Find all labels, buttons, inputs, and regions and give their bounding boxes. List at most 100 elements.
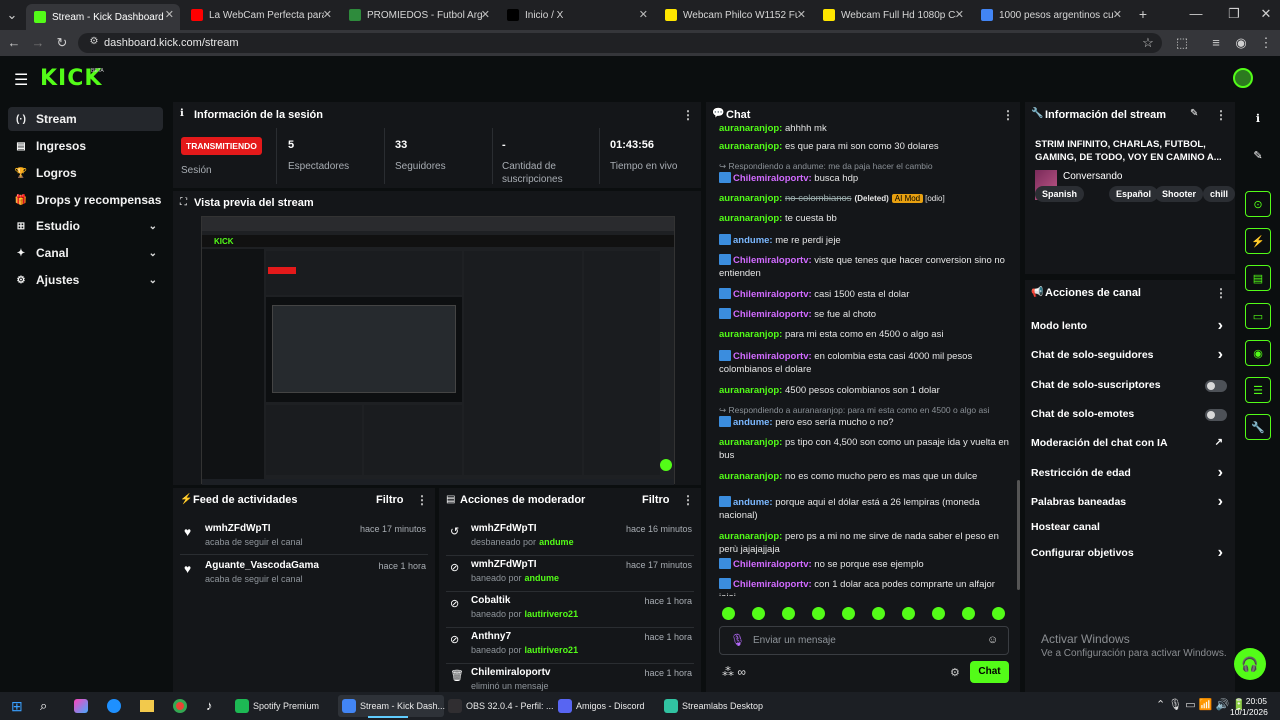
- chat-username[interactable]: auranaranjop:: [719, 385, 782, 396]
- sidebar-item-ajustes[interactable]: ⚙ Ajustes ⌄: [8, 268, 163, 292]
- extensions-icon[interactable]: ⬚: [1174, 35, 1190, 51]
- mod-menu-icon[interactable]: ⋮: [682, 493, 694, 507]
- stream-info-menu-icon[interactable]: ⋮: [1215, 108, 1227, 122]
- taskbar-app[interactable]: Stream - Kick Dash...: [338, 695, 445, 717]
- tab-close-icon[interactable]: ✕: [165, 8, 174, 21]
- tab-close-icon[interactable]: ✕: [955, 8, 964, 21]
- browser-menu-icon[interactable]: ⋮: [1258, 35, 1274, 51]
- emote-icon[interactable]: [962, 607, 975, 620]
- chat-menu-icon[interactable]: ⋮: [1002, 108, 1014, 122]
- pencil-icon[interactable]: ✎: [1245, 142, 1271, 168]
- tab-close-icon[interactable]: ✕: [323, 8, 332, 21]
- chat-username[interactable]: andume:: [733, 497, 773, 508]
- bookmark-star-icon[interactable]: ☆: [1140, 35, 1156, 51]
- emote-icon[interactable]: [872, 607, 885, 620]
- taskbar-search-icon[interactable]: ⌕: [40, 698, 47, 714]
- chat-username[interactable]: Chilemiraloportv:: [733, 579, 812, 590]
- chevron-down-icon[interactable]: ⌄: [149, 275, 157, 286]
- emote-icon[interactable]: [932, 607, 945, 620]
- reload-icon[interactable]: ↻: [54, 35, 70, 51]
- windows-start-icon[interactable]: ⊞: [11, 698, 23, 715]
- chat-username[interactable]: andume:: [733, 417, 773, 428]
- clock-time[interactable]: 20:05: [1243, 696, 1267, 706]
- channel-action-chat-de-solo-suscriptores[interactable]: Chat de solo-suscriptores: [1031, 379, 1227, 395]
- category-name[interactable]: Conversando: [1063, 171, 1122, 182]
- toggle-switch[interactable]: [1205, 409, 1227, 421]
- edit-pencil-icon[interactable]: ✎: [1190, 108, 1198, 119]
- browser-tab[interactable]: Webcam Philco W1152 Full Hd✕: [657, 4, 812, 26]
- chat-username[interactable]: auranaranjop:: [719, 329, 782, 340]
- bolt-icon[interactable]: ⚡: [1245, 228, 1271, 254]
- channel-action-restricci-n-de-edad[interactable]: Restricción de edad ›: [1031, 464, 1227, 483]
- chat-username[interactable]: Chilemiraloportv:: [733, 309, 812, 320]
- stream-tag[interactable]: Español: [1109, 186, 1159, 202]
- stream-tag[interactable]: Shooter: [1155, 186, 1204, 202]
- tool-icon[interactable]: 🔧: [1245, 414, 1271, 440]
- sidebar-item-logros[interactable]: 🏆 Logros: [8, 161, 163, 185]
- chat-username[interactable]: Chilemiraloportv:: [733, 351, 812, 362]
- points-icon[interactable]: ⁂ ∞: [722, 665, 746, 679]
- info-icon[interactable]: ℹ: [1245, 105, 1271, 131]
- chat-scrollbar[interactable]: [1017, 480, 1020, 590]
- user-avatar[interactable]: [1233, 68, 1253, 88]
- microphone-icon[interactable]: 🎙: [730, 633, 745, 647]
- copilot-icon[interactable]: [74, 699, 88, 713]
- edge-icon[interactable]: [107, 699, 121, 713]
- chat-username[interactable]: auranaranjop:: [719, 213, 782, 224]
- chat-send-button[interactable]: Chat: [970, 661, 1009, 683]
- broadcast-icon[interactable]: ◉: [1245, 340, 1271, 366]
- mod-filter-button[interactable]: Filtro: [642, 494, 670, 506]
- taskbar-app[interactable]: OBS 32.0.4 - Perfil: ...: [448, 695, 554, 717]
- emoji-icon[interactable]: ☺: [987, 634, 998, 646]
- chat-username[interactable]: auranaranjop:: [719, 141, 782, 152]
- chat-settings-icon[interactable]: ⚙: [950, 666, 960, 679]
- chat-username[interactable]: auranaranjop:: [719, 437, 782, 448]
- maximize-icon[interactable]: ❐: [1226, 6, 1242, 22]
- tab-close-icon[interactable]: ✕: [639, 8, 648, 21]
- chat-username[interactable]: Chilemiraloportv:: [733, 559, 812, 570]
- channel-actions-menu-icon[interactable]: ⋮: [1215, 286, 1227, 300]
- chat-username[interactable]: Chilemiraloportv:: [733, 255, 812, 266]
- emote-icon[interactable]: [842, 607, 855, 620]
- stream-preview-video[interactable]: KICK: [201, 216, 675, 485]
- channel-action-palabras-baneadas[interactable]: Palabras baneadas ›: [1031, 493, 1227, 512]
- chat-username[interactable]: auranaranjop:: [719, 471, 782, 482]
- forward-icon[interactable]: →: [30, 35, 46, 50]
- browser-tab[interactable]: Inicio / X ✕: [499, 4, 654, 26]
- sidebar-item-estudio[interactable]: ⊞ Estudio ⌄: [8, 214, 163, 238]
- browser-tab[interactable]: Webcam Full Hd 1080p Camara✕: [815, 4, 970, 26]
- file-icon[interactable]: ▤: [1245, 265, 1271, 291]
- site-info-icon[interactable]: ⚙: [86, 36, 102, 47]
- channel-action-configurar-objetivos[interactable]: Configurar objetivos ›: [1031, 544, 1227, 563]
- tab-search-icon[interactable]: ⌄: [4, 7, 20, 23]
- sidebar-item-ingresos[interactable]: ▤ Ingresos: [8, 134, 163, 158]
- sidebar-item-stream[interactable]: (·) Stream: [8, 107, 163, 131]
- help-headset-icon[interactable]: 🎧: [1234, 648, 1266, 680]
- new-tab-icon[interactable]: +: [1135, 6, 1151, 22]
- tab-close-icon[interactable]: ✕: [797, 8, 806, 21]
- browser-tab[interactable]: Stream - Kick Dashboard ✕: [26, 4, 180, 30]
- chat-username[interactable]: andume:: [733, 235, 773, 246]
- minimize-icon[interactable]: —: [1188, 6, 1204, 21]
- sidebar-item-drops[interactable]: 🎁 Drops y recompensas: [8, 188, 163, 212]
- session-menu-icon[interactable]: ⋮: [682, 108, 694, 122]
- chat-username[interactable]: Chilemiraloportv:: [733, 173, 812, 184]
- emote-icon[interactable]: [902, 607, 915, 620]
- close-window-icon[interactable]: ✕: [1258, 6, 1274, 22]
- toggle-switch[interactable]: [1205, 380, 1227, 392]
- target-icon[interactable]: ⊙: [1245, 191, 1271, 217]
- sidebar-item-canal[interactable]: ✦ Canal ⌄: [8, 241, 163, 265]
- stream-tag[interactable]: Spanish: [1035, 186, 1085, 202]
- media-control-icon[interactable]: ≡: [1208, 35, 1224, 50]
- emote-icon[interactable]: [722, 607, 735, 620]
- chat-icon[interactable]: ▭: [1245, 303, 1271, 329]
- hamburger-menu-icon[interactable]: ☰: [14, 70, 28, 90]
- chat-username[interactable]: auranaranjop:: [719, 193, 782, 204]
- browser-tab[interactable]: 1000 pesos argentinos cuantos✕: [973, 4, 1128, 26]
- emote-icon[interactable]: [782, 607, 795, 620]
- emote-icon[interactable]: [812, 607, 825, 620]
- emote-icon[interactable]: [752, 607, 765, 620]
- tab-close-icon[interactable]: ✕: [1113, 8, 1122, 21]
- channel-action-chat-de-solo-seguidores[interactable]: Chat de solo-seguidores ›: [1031, 346, 1227, 365]
- chat-username[interactable]: Chilemiraloportv:: [733, 289, 812, 300]
